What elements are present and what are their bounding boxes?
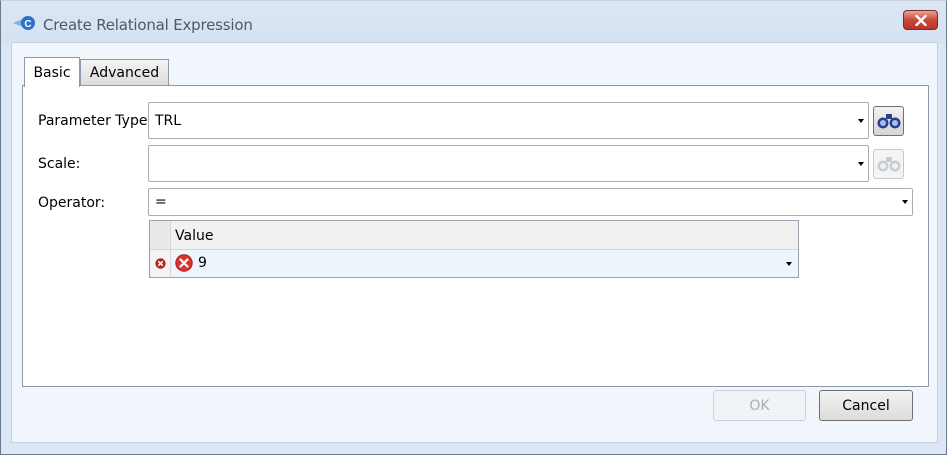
operator-value: =	[155, 194, 167, 210]
operator-combobox[interactable]: =	[148, 188, 913, 216]
ok-button[interactable]: OK	[713, 390, 806, 421]
error-icon	[154, 258, 166, 269]
svg-text:C: C	[24, 19, 31, 30]
tab-basic[interactable]: Basic	[24, 57, 80, 87]
parameter-type-label: Parameter Type:	[38, 113, 153, 129]
dialog-window: C Create Relational Expression Basic Adv…	[0, 0, 947, 455]
chevron-down-icon[interactable]	[858, 161, 864, 166]
scale-combobox[interactable]	[148, 145, 869, 182]
value-cell[interactable]: 9	[198, 255, 207, 271]
dialog-client-area: Basic Advanced Parameter Type: TRL Scale…	[11, 42, 938, 443]
scale-label: Scale:	[38, 156, 81, 172]
parameter-type-search-button[interactable]	[873, 106, 904, 136]
value-column-header[interactable]: Value	[175, 228, 213, 244]
tab-panel-basic: Parameter Type: TRL Scale: Operator: = V…	[22, 85, 929, 387]
close-icon	[914, 14, 927, 26]
binoculars-icon	[877, 157, 900, 172]
tab-advanced[interactable]: Advanced	[80, 59, 169, 86]
error-icon	[175, 254, 193, 272]
grid-corner-cell	[150, 221, 171, 249]
chevron-down-icon[interactable]	[786, 262, 792, 266]
parameter-type-value: TRL	[155, 112, 182, 129]
parameter-type-combobox[interactable]: TRL	[148, 102, 869, 139]
row-error-indicator	[150, 250, 171, 277]
operator-label: Operator:	[38, 195, 106, 211]
window-title: Create Relational Expression	[43, 16, 253, 34]
binoculars-icon	[877, 114, 900, 129]
value-grid: Value 9	[149, 220, 799, 278]
grid-header: Value	[150, 221, 798, 250]
table-row[interactable]: 9	[150, 250, 798, 277]
cancel-button[interactable]: Cancel	[819, 390, 913, 421]
scale-search-button[interactable]	[873, 149, 904, 179]
chevron-down-icon[interactable]	[902, 200, 908, 204]
chevron-down-icon[interactable]	[858, 118, 864, 123]
title-bar[interactable]: C Create Relational Expression	[1, 1, 946, 43]
window-bottom-border	[1, 443, 946, 454]
app-logo-icon: C	[13, 16, 35, 30]
close-button[interactable]	[903, 10, 938, 30]
